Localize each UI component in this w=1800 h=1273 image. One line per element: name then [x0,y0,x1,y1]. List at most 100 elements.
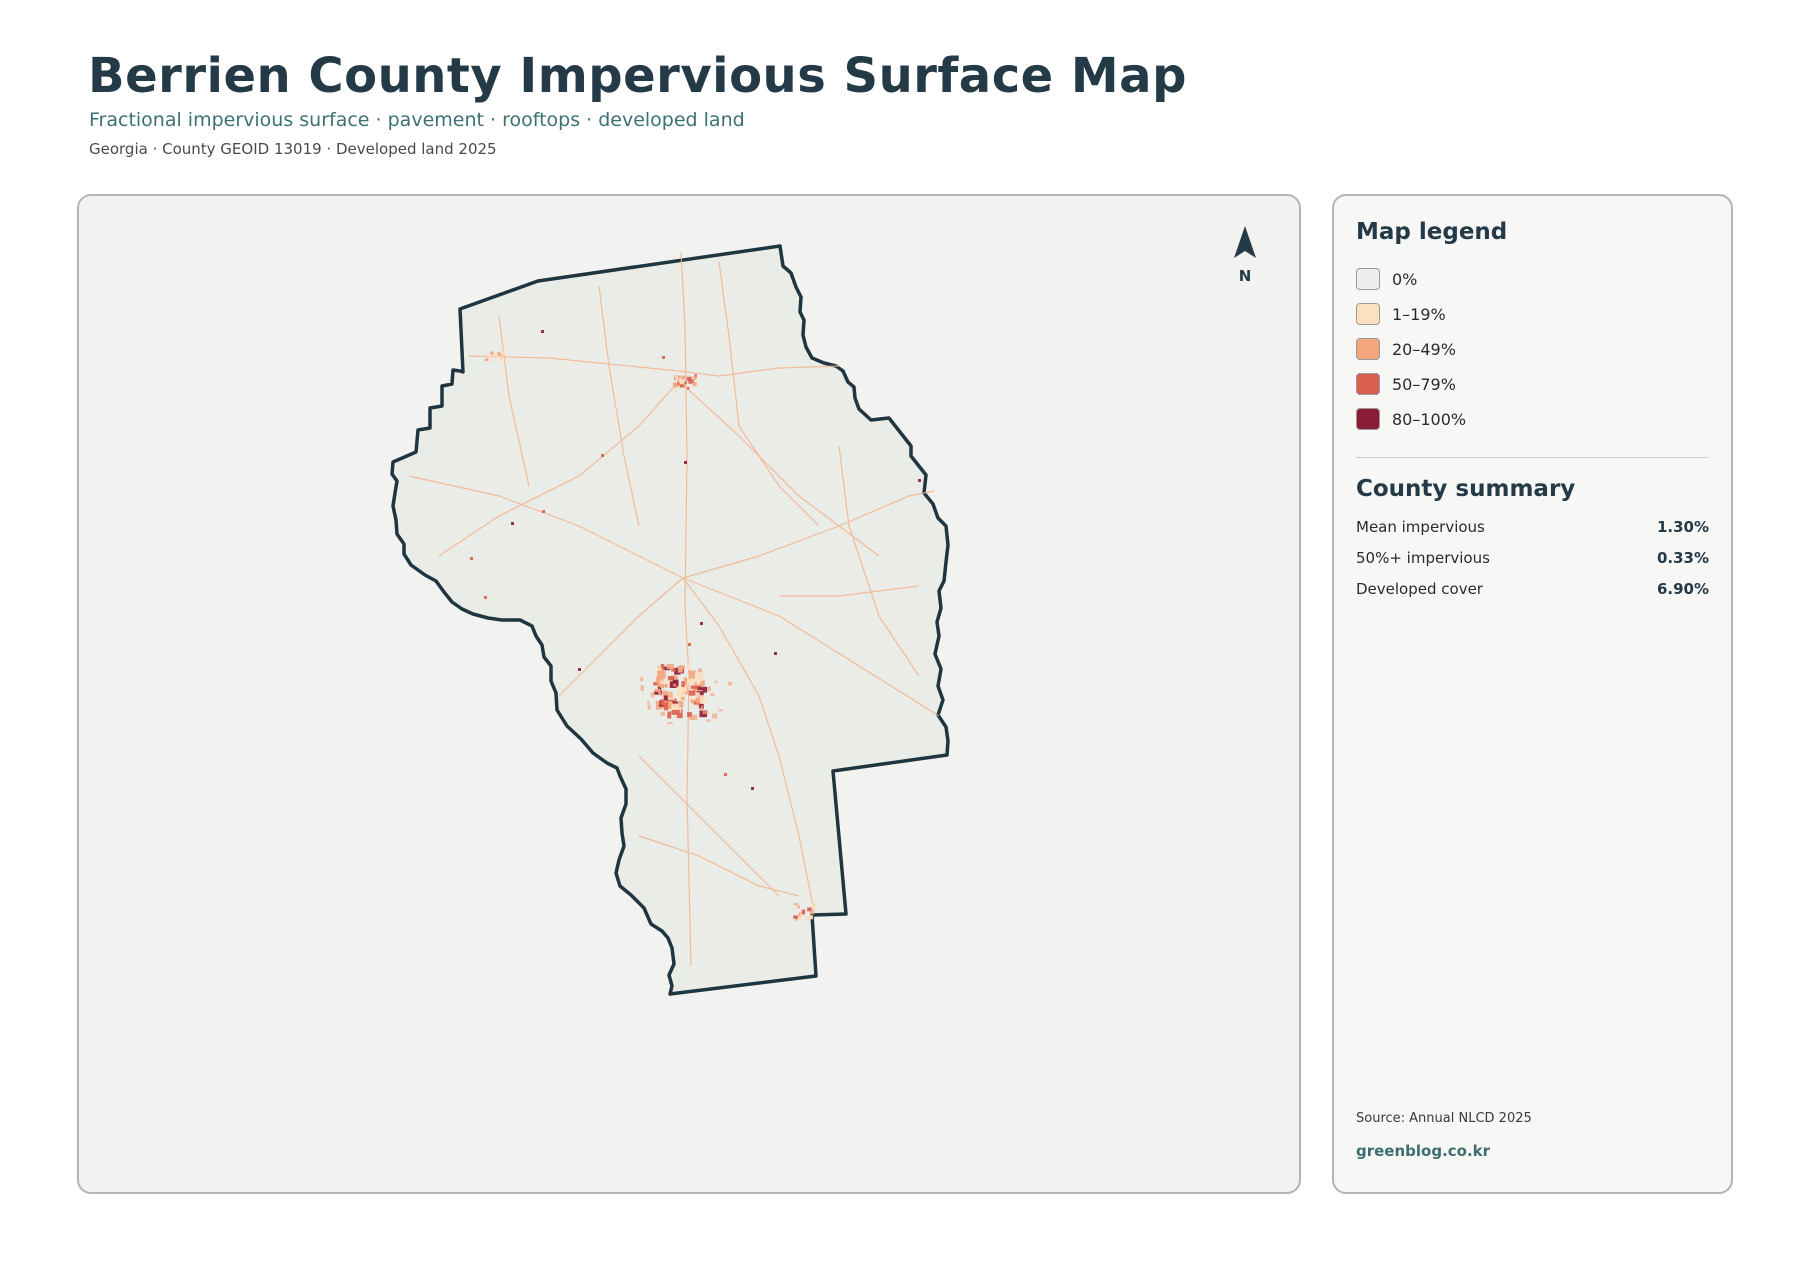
developed-patch [711,713,718,719]
developed-patch [663,700,668,703]
north-label: N [1239,267,1252,285]
legend-swatch [1356,338,1380,360]
source-note: Source: Annual NLCD 2025 [1356,1111,1532,1126]
legend-label: 20–49% [1392,339,1456,359]
panel-divider [1356,457,1709,458]
developed-patch [797,918,802,921]
legend-heading: Map legend [1356,219,1508,245]
developed-patch [688,690,696,696]
legend-item: 50–79% [1356,371,1456,397]
developed-patch [774,652,777,655]
developed-patch [678,375,681,379]
legend-swatch [1356,373,1380,395]
developed-patch [660,684,664,687]
developed-patch [707,686,711,692]
developed-patch [710,693,715,697]
developed-patch [671,668,676,672]
developed-patch [678,666,683,673]
developed-patch [484,358,489,361]
developed-patch [660,712,666,716]
developed-patch [693,681,698,686]
developed-patch [542,510,545,513]
developed-patch [499,357,505,362]
developed-patch [677,382,680,385]
developed-patch [470,557,473,560]
developed-patch [687,712,693,718]
developed-patch [706,719,711,722]
legend-swatch [1356,303,1380,325]
map-panel[interactable]: N [77,194,1301,1194]
summary-heading: County summary [1356,476,1576,502]
developed-patch [671,703,680,710]
developed-patch [700,684,704,688]
developed-patch [662,356,665,359]
developed-patch [702,710,709,714]
developed-patch [686,386,690,390]
developed-patch [650,692,655,698]
side-panel: Map legend 0% 1–19% 20–49% 50–79% 80–100… [1332,194,1733,1194]
developed-patch [493,351,496,357]
page-subtitle: Fractional impervious surface · pavement… [89,109,745,131]
developed-patch [700,622,703,625]
developed-patch [688,643,691,646]
summary-value: 0.33% [1656,549,1709,567]
developed-patch [694,672,704,682]
legend-swatch [1356,408,1380,430]
developed-patch [807,907,812,912]
developed-patch [490,351,494,355]
developed-patch [654,688,661,692]
developed-patch [801,909,806,915]
developed-patch [484,596,487,599]
developed-patch [496,355,499,359]
developed-patch [660,680,666,685]
legend-label: 80–100% [1392,409,1467,429]
developed-patch [811,903,816,909]
developed-patch [797,905,800,909]
legend-label: 1–19% [1392,304,1446,324]
developed-patch [647,700,650,705]
developed-patch [666,664,674,669]
developed-patch [695,692,700,699]
developed-patch [793,903,799,906]
developed-patch [640,685,644,692]
developed-patch [918,479,921,482]
developed-patch [699,695,705,704]
developed-patch [500,350,505,355]
developed-patch [679,379,685,385]
legend-label: 50–79% [1392,374,1456,394]
summary-row: 50%+ impervious 0.33% [1356,549,1709,567]
developed-patch [640,677,644,682]
developed-patch [690,685,699,689]
developed-patch [667,722,673,725]
developed-patch [724,773,727,776]
legend-item: 80–100% [1356,406,1466,432]
developed-patch [488,356,492,359]
summary-label: Mean impervious [1356,518,1485,536]
legend-item: 0% [1356,266,1417,292]
summary-row: Developed cover 6.90% [1356,580,1709,598]
brand-link[interactable]: greenblog.co.kr [1356,1142,1490,1160]
developed-patch [601,454,604,457]
developed-patch [728,681,733,686]
summary-value: 1.30% [1656,518,1709,536]
developed-patch [656,667,662,671]
developed-patch [692,381,697,387]
legend-item: 1–19% [1356,301,1446,327]
developed-patch [693,376,696,380]
north-arrow: N [1234,226,1256,285]
legend-item: 20–49% [1356,336,1456,362]
county-boundary [390,244,950,996]
developed-patch [806,915,811,920]
summary-label: Developed cover [1356,580,1483,598]
developed-patch [751,787,754,790]
legend-swatch [1356,268,1380,290]
north-arrow-icon [1234,226,1256,258]
map-canvas[interactable]: N [79,196,1301,1194]
developed-patch [681,375,686,380]
page-title: Berrien County Impervious Surface Map [88,48,1187,104]
developed-patch [793,915,798,919]
developed-patch [700,705,703,711]
developed-patch [681,697,685,701]
summary-value: 6.90% [1656,580,1709,598]
developed-patch [578,668,581,671]
